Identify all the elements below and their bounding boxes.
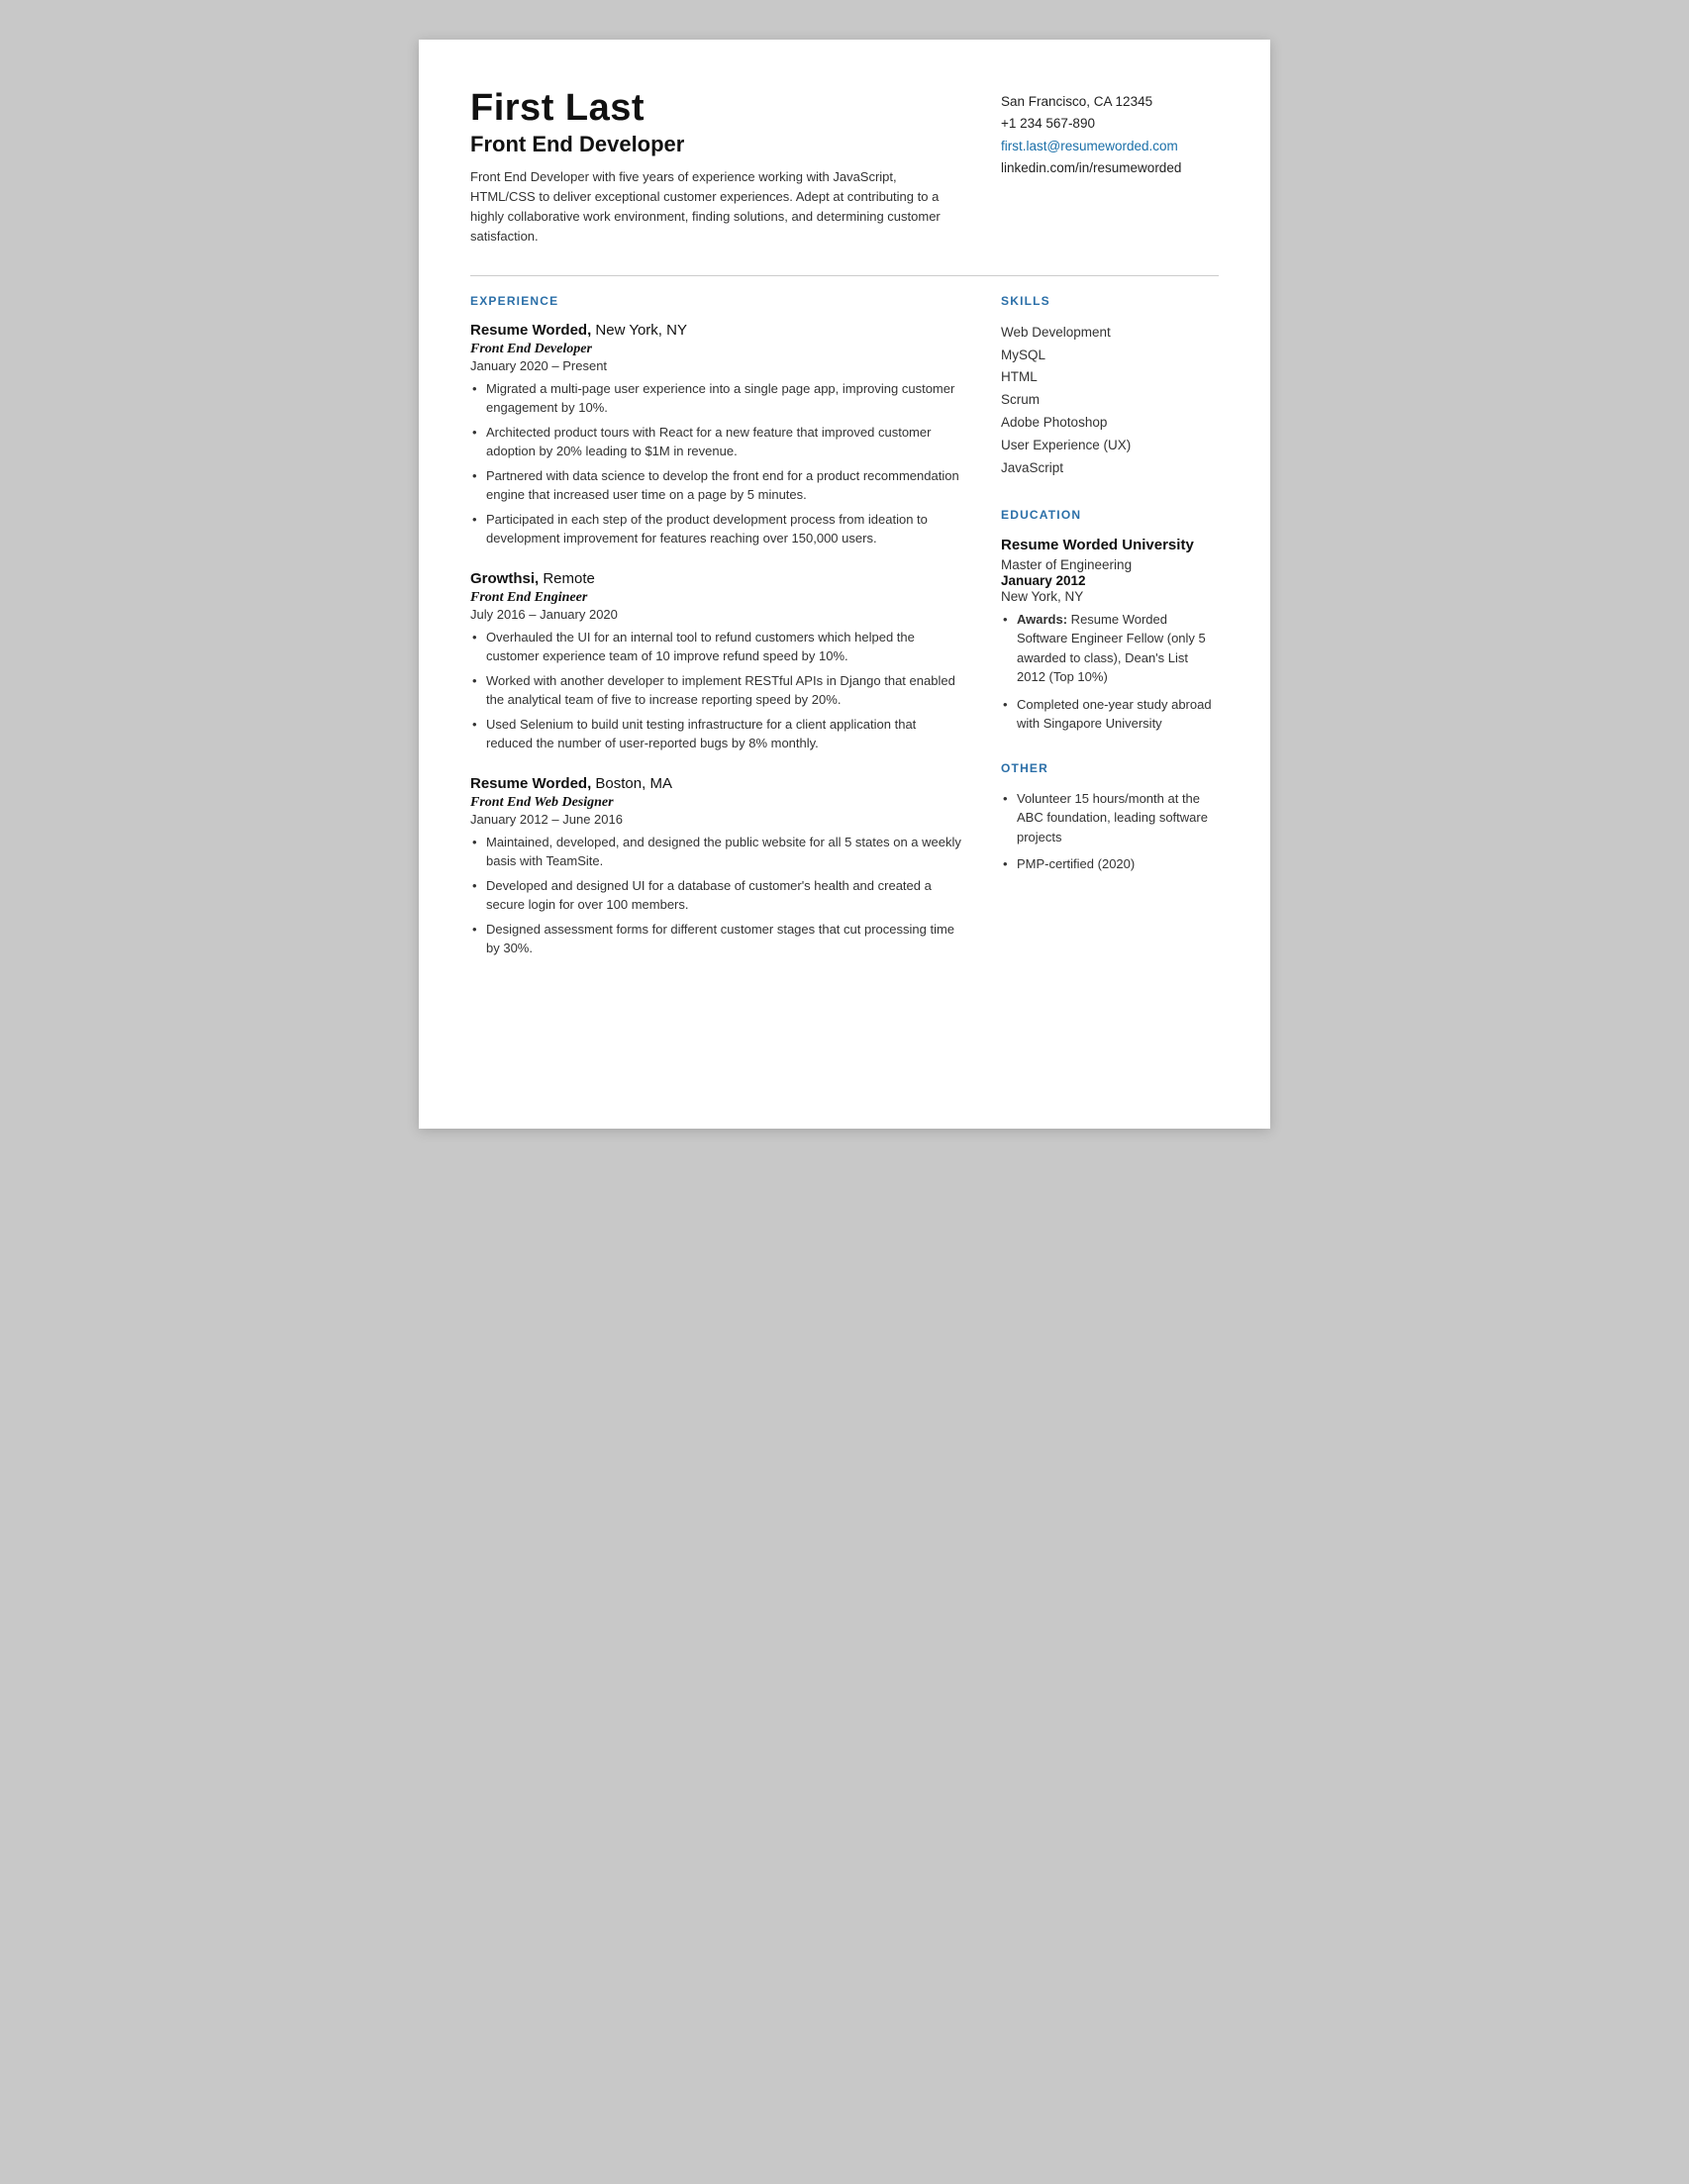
skill-item: MySQL — [1001, 345, 1219, 367]
bullet-item: Worked with another developer to impleme… — [470, 671, 961, 710]
other-heading: OTHER — [1001, 761, 1219, 775]
section-divider — [470, 275, 1219, 276]
contact-phone: +1 234 567-890 — [1001, 113, 1219, 135]
job-1-company-normal: New York, NY — [591, 322, 687, 339]
bullet-item: Used Selenium to build unit testing infr… — [470, 715, 961, 753]
bullet-item: Developed and designed UI for a database… — [470, 876, 961, 915]
edu-date: January 2012 — [1001, 573, 1219, 588]
job-3-role: Front End Web Designer — [470, 795, 961, 811]
skills-section: SKILLS Web Development MySQL HTML Scrum … — [1001, 294, 1219, 481]
contact-linkedin: linkedin.com/in/resumeworded — [1001, 157, 1219, 179]
bullet-item: Migrated a multi-page user experience in… — [470, 379, 961, 418]
job-1-bullets: Migrated a multi-page user experience in… — [470, 379, 961, 548]
other-section: OTHER Volunteer 15 hours/month at the AB… — [1001, 761, 1219, 874]
job-2-company: Growthsi, Remote — [470, 570, 961, 588]
skill-item: HTML — [1001, 366, 1219, 389]
other-item-1: Volunteer 15 hours/month at the ABC foun… — [1001, 789, 1219, 847]
award-bold-1: Awards: — [1017, 612, 1067, 627]
experience-heading: EXPERIENCE — [470, 294, 961, 308]
job-3-bullets: Maintained, developed, and designed the … — [470, 833, 961, 958]
skill-item: Adobe Photoshop — [1001, 412, 1219, 435]
other-list: Volunteer 15 hours/month at the ABC foun… — [1001, 789, 1219, 874]
skills-heading: SKILLS — [1001, 294, 1219, 308]
bullet-item: Partnered with data science to develop t… — [470, 466, 961, 505]
other-item-2: PMP-certified (2020) — [1001, 854, 1219, 874]
bullet-item: Overhauled the UI for an internal tool t… — [470, 628, 961, 666]
main-content: EXPERIENCE Resume Worded, New York, NY F… — [470, 294, 1219, 980]
edu-location: New York, NY — [1001, 589, 1219, 604]
award-item-2: Completed one-year study abroad with Sin… — [1001, 695, 1219, 734]
job-2-dates: July 2016 – January 2020 — [470, 607, 961, 622]
skills-list: Web Development MySQL HTML Scrum Adobe P… — [1001, 322, 1219, 481]
edu-school: Resume Worded University — [1001, 536, 1219, 555]
email-link[interactable]: first.last@resumeworded.com — [1001, 139, 1178, 153]
bullet-item: Architected product tours with React for… — [470, 423, 961, 461]
edu-block-1: Resume Worded University Master of Engin… — [1001, 536, 1219, 734]
awards-list: Awards: Resume Worded Software Engineer … — [1001, 610, 1219, 734]
job-2-company-bold: Growthsi, — [470, 570, 539, 587]
job-1-dates: January 2020 – Present — [470, 358, 961, 373]
contact-email: first.last@resumeworded.com — [1001, 136, 1219, 157]
skill-item: JavaScript — [1001, 457, 1219, 480]
education-heading: EDUCATION — [1001, 508, 1219, 522]
bullet-item: Maintained, developed, and designed the … — [470, 833, 961, 871]
job-1-company-bold: Resume Worded, — [470, 322, 591, 339]
resume-paper: First Last Front End Developer Front End… — [419, 40, 1270, 1129]
top-section: First Last Front End Developer Front End… — [470, 87, 1219, 248]
bullet-item: Participated in each step of the product… — [470, 510, 961, 548]
education-section: EDUCATION Resume Worded University Maste… — [1001, 508, 1219, 734]
job-2-company-normal: Remote — [539, 570, 595, 587]
job-3-company-bold: Resume Worded, — [470, 775, 591, 792]
contact-location: San Francisco, CA 12345 — [1001, 91, 1219, 113]
candidate-summary: Front End Developer with five years of e… — [470, 167, 961, 248]
skill-item: User Experience (UX) — [1001, 435, 1219, 457]
award-text-2: Completed one-year study abroad with Sin… — [1017, 697, 1212, 732]
job-2-role: Front End Engineer — [470, 590, 961, 606]
edu-degree: Master of Engineering — [1001, 557, 1219, 572]
right-column: SKILLS Web Development MySQL HTML Scrum … — [1001, 294, 1219, 980]
award-item-1: Awards: Resume Worded Software Engineer … — [1001, 610, 1219, 687]
skill-item: Web Development — [1001, 322, 1219, 345]
job-1-role: Front End Developer — [470, 342, 961, 357]
job-block-2: Growthsi, Remote Front End Engineer July… — [470, 570, 961, 753]
bullet-item: Designed assessment forms for different … — [470, 920, 961, 958]
job-3-company-normal: Boston, MA — [591, 775, 672, 792]
job-block-1: Resume Worded, New York, NY Front End De… — [470, 322, 961, 548]
job-2-bullets: Overhauled the UI for an internal tool t… — [470, 628, 961, 753]
job-1-company: Resume Worded, New York, NY — [470, 322, 961, 340]
candidate-title: Front End Developer — [470, 132, 961, 157]
job-3-dates: January 2012 – June 2016 — [470, 812, 961, 827]
job-3-company: Resume Worded, Boston, MA — [470, 775, 961, 793]
top-left: First Last Front End Developer Front End… — [470, 87, 1001, 248]
experience-column: EXPERIENCE Resume Worded, New York, NY F… — [470, 294, 1001, 980]
contact-info: San Francisco, CA 12345 +1 234 567-890 f… — [1001, 87, 1219, 179]
skill-item: Scrum — [1001, 389, 1219, 412]
job-block-3: Resume Worded, Boston, MA Front End Web … — [470, 775, 961, 958]
candidate-name: First Last — [470, 87, 961, 130]
